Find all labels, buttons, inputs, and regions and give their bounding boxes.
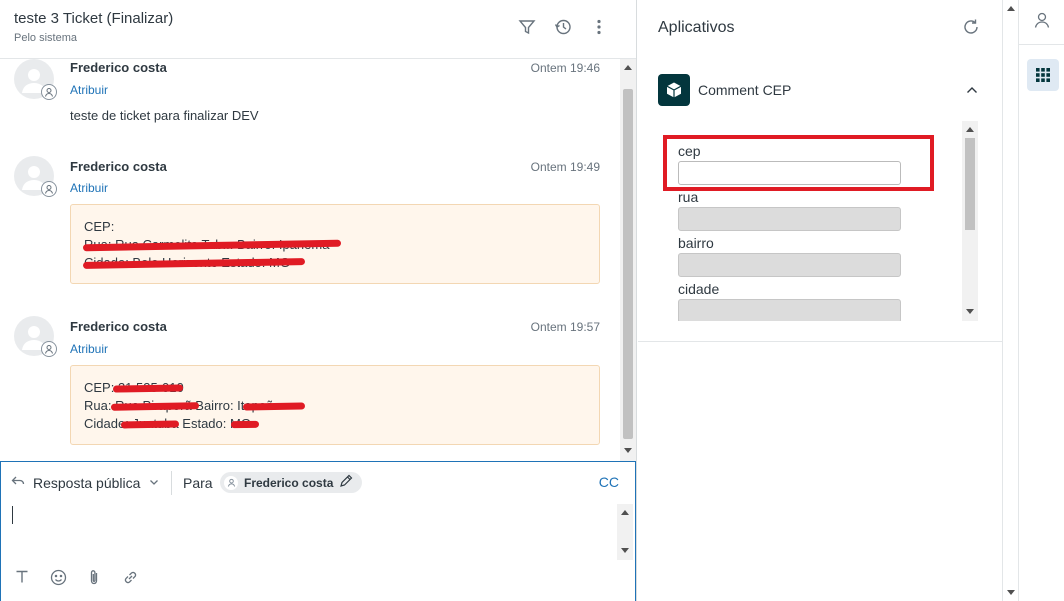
reply-arrow-icon xyxy=(11,474,25,491)
scroll-down-arrow-icon[interactable] xyxy=(966,309,974,314)
more-vertical-icon[interactable] xyxy=(589,17,609,37)
user-icon xyxy=(224,475,238,490)
attachment-icon[interactable] xyxy=(85,568,103,586)
redaction-mark xyxy=(242,402,306,411)
message-item: Frederico costa Atribuir Ontem 19:57 CEP… xyxy=(0,316,620,456)
redaction-mark xyxy=(230,420,260,429)
divider xyxy=(638,341,1002,342)
message-time: Ontem 19:46 xyxy=(530,61,600,75)
chevron-down-icon xyxy=(148,475,160,491)
composer-toolbar xyxy=(13,568,139,586)
assign-link[interactable]: Atribuir xyxy=(70,181,108,195)
cidade-input xyxy=(678,299,901,321)
note-line: CEP: xyxy=(84,219,115,234)
emoji-icon[interactable] xyxy=(49,568,67,586)
scrollbar-thumb[interactable] xyxy=(623,89,633,439)
cc-link[interactable]: CC xyxy=(599,474,619,490)
chevron-up-icon[interactable] xyxy=(964,82,980,98)
message-time: Ontem 19:57 xyxy=(530,320,600,334)
apps-panel: Aplicativos Comment CEP cep rua bairro c… xyxy=(638,0,1002,601)
message-item: Frederico costa Atribuir Ontem 19:46 tes… xyxy=(0,59,620,149)
internal-note: CEP: 31.535-010 Rua: Rua Piraporã Bairro… xyxy=(70,365,600,445)
scroll-up-arrow-icon[interactable] xyxy=(966,127,974,132)
filter-icon[interactable] xyxy=(517,17,537,37)
message-item: Frederico costa Atribuir Ontem 19:49 CEP… xyxy=(0,156,620,296)
scroll-down-arrow-icon[interactable] xyxy=(624,448,632,453)
redaction-mark xyxy=(120,420,180,429)
rua-input xyxy=(678,207,901,231)
field-label-rua: rua xyxy=(678,189,699,205)
recipient-name: Frederico costa xyxy=(244,475,334,490)
app-scrollbar[interactable] xyxy=(962,121,978,321)
conversation-log: Frederico costa Atribuir Ontem 19:46 tes… xyxy=(0,59,620,459)
scroll-down-arrow-icon[interactable] xyxy=(1007,590,1015,595)
apps-grid-icon[interactable] xyxy=(1027,59,1059,91)
reply-type-label: Resposta pública xyxy=(33,474,141,491)
apps-panel-title: Aplicativos xyxy=(658,19,735,36)
assign-link[interactable]: Atribuir xyxy=(70,342,108,356)
divider xyxy=(171,471,172,495)
user-badge-icon xyxy=(41,181,57,197)
message-author: Frederico costa xyxy=(70,319,167,334)
scrollbar-thumb[interactable] xyxy=(965,138,975,230)
message-time: Ontem 19:49 xyxy=(530,160,600,174)
text-format-icon[interactable] xyxy=(13,568,31,586)
context-rail xyxy=(1018,0,1064,601)
ticket-subtitle: Pelo sistema xyxy=(14,32,77,44)
field-label-cidade: cidade xyxy=(678,281,720,297)
redaction-mark xyxy=(112,384,184,393)
ticket-header: teste 3 Ticket (Finalizar) Pelo sistema xyxy=(0,0,636,59)
reply-textarea[interactable] xyxy=(11,506,616,558)
history-icon[interactable] xyxy=(553,17,573,37)
app-logo-icon xyxy=(658,74,690,106)
to-label: Para xyxy=(183,475,213,491)
scroll-up-arrow-icon[interactable] xyxy=(1007,6,1015,11)
scroll-up-arrow-icon[interactable] xyxy=(621,510,629,515)
scroll-up-arrow-icon[interactable] xyxy=(624,65,632,70)
app-card-header[interactable]: Comment CEP xyxy=(638,70,1002,110)
divider xyxy=(1019,44,1064,45)
message-author: Frederico costa xyxy=(70,159,167,174)
refresh-icon[interactable] xyxy=(962,18,982,38)
page-scrollbar[interactable] xyxy=(1002,0,1018,601)
edit-pencil-icon[interactable] xyxy=(339,474,353,491)
reply-composer: Resposta pública Para Frederico costa CC xyxy=(0,461,636,601)
highlight-annotation xyxy=(663,135,934,191)
scroll-down-arrow-icon[interactable] xyxy=(621,548,629,553)
composer-scrollbar[interactable] xyxy=(617,504,633,560)
assign-link[interactable]: Atribuir xyxy=(70,83,108,97)
app-name: Comment CEP xyxy=(698,82,792,98)
message-body: teste de ticket para finalizar DEV xyxy=(70,108,259,123)
ticket-title: teste 3 Ticket (Finalizar) xyxy=(14,10,174,27)
ticket-panel: teste 3 Ticket (Finalizar) Pelo sistema … xyxy=(0,0,637,601)
internal-note: CEP: Rua: Rua Carmelita Tab... Bairro: I… xyxy=(70,204,600,284)
user-badge-icon xyxy=(41,84,57,100)
link-icon[interactable] xyxy=(121,568,139,586)
user-profile-icon[interactable] xyxy=(1033,11,1051,29)
bairro-input xyxy=(678,253,901,277)
text-caret xyxy=(12,506,13,524)
conversation-scrollbar[interactable] xyxy=(620,59,636,461)
reply-type-dropdown[interactable]: Resposta pública xyxy=(11,474,160,491)
recipient-pill[interactable]: Frederico costa xyxy=(220,472,363,493)
message-author: Frederico costa xyxy=(70,60,167,75)
user-badge-icon xyxy=(41,341,57,357)
field-label-bairro: bairro xyxy=(678,235,714,251)
